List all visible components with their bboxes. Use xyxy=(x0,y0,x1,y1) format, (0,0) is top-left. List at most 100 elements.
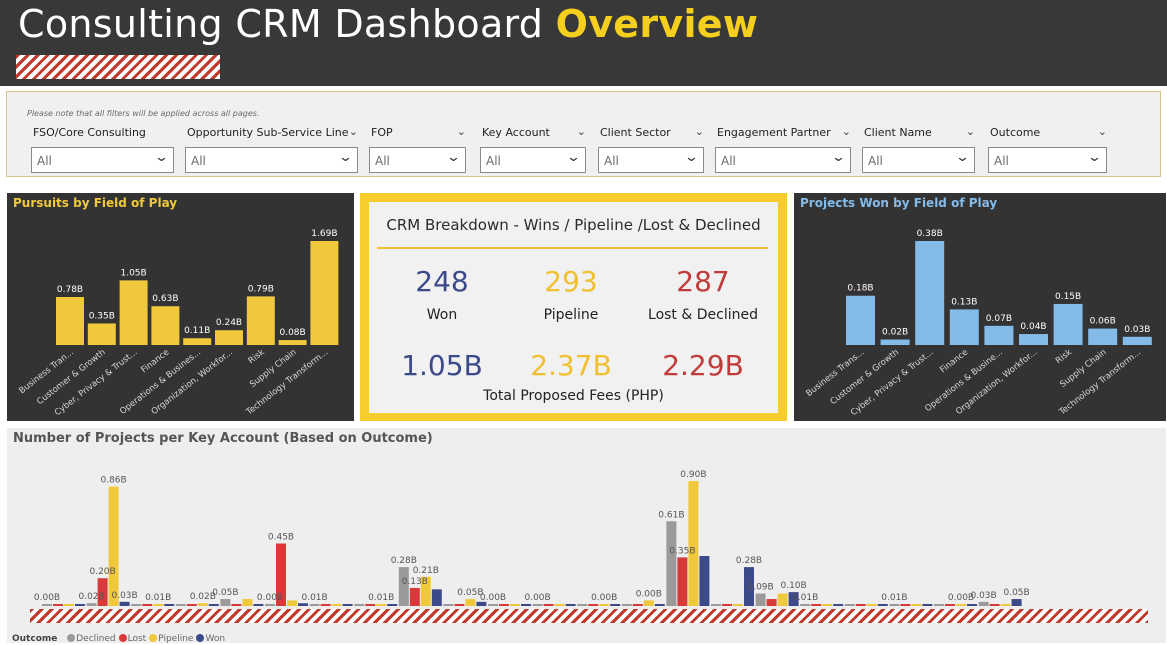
bar[interactable] xyxy=(465,599,476,606)
bar[interactable] xyxy=(488,604,498,606)
bar[interactable] xyxy=(342,604,353,606)
filter-dropdown[interactable]: All ⌄ xyxy=(715,147,851,173)
bar[interactable] xyxy=(164,604,175,606)
bar[interactable] xyxy=(153,604,164,606)
bar[interactable] xyxy=(376,604,387,606)
bar[interactable] xyxy=(1053,303,1083,345)
chevron-down-icon[interactable]: ⌄ xyxy=(695,125,704,138)
legend-item[interactable]: Declined xyxy=(64,634,116,644)
bar[interactable] xyxy=(621,604,632,606)
filter-dropdown[interactable]: All ⌄ xyxy=(185,147,358,173)
bar[interactable] xyxy=(1019,334,1048,345)
bar[interactable] xyxy=(900,604,911,606)
bar[interactable] xyxy=(42,604,52,606)
bar[interactable] xyxy=(699,556,710,606)
bar[interactable] xyxy=(220,599,231,606)
bar[interactable] xyxy=(967,604,977,606)
bar[interactable] xyxy=(287,600,297,606)
filter-dropdown[interactable]: All ⌄ xyxy=(598,147,704,173)
bar[interactable] xyxy=(934,604,944,606)
bar[interactable] xyxy=(949,309,979,345)
bar[interactable] xyxy=(331,604,342,606)
bar[interactable] xyxy=(989,604,1000,606)
bar[interactable] xyxy=(755,593,766,607)
legend-item[interactable]: Won xyxy=(193,634,225,644)
bar[interactable] xyxy=(911,604,922,606)
bar[interactable] xyxy=(86,603,97,606)
bar[interactable] xyxy=(246,296,275,345)
bar[interactable] xyxy=(543,604,554,606)
chevron-down-icon[interactable]: ⌄ xyxy=(1098,125,1107,138)
bar[interactable] xyxy=(654,604,665,606)
bar[interactable] xyxy=(75,604,85,606)
bar[interactable] xyxy=(409,587,420,606)
bar[interactable] xyxy=(632,604,643,606)
filter-dropdown[interactable]: All ⌄ xyxy=(31,147,174,173)
bar[interactable] xyxy=(521,604,531,606)
bar[interactable] xyxy=(846,295,875,345)
bar[interactable] xyxy=(142,604,153,606)
bar[interactable] xyxy=(431,589,442,606)
bar[interactable] xyxy=(119,280,148,345)
bar[interactable] xyxy=(811,604,822,606)
filter-dropdown[interactable]: All ⌄ xyxy=(862,147,975,173)
bar[interactable] xyxy=(499,604,509,606)
bar[interactable] xyxy=(677,557,688,606)
bar[interactable] xyxy=(866,604,877,606)
chevron-down-icon[interactable]: ⌄ xyxy=(349,125,358,138)
bar[interactable] xyxy=(922,604,933,606)
bar[interactable] xyxy=(56,297,84,345)
bar[interactable] xyxy=(1122,336,1152,345)
bar[interactable] xyxy=(554,604,565,606)
bar[interactable] xyxy=(978,601,989,606)
bar[interactable] xyxy=(278,340,307,345)
bar[interactable] xyxy=(915,241,945,345)
chevron-down-icon[interactable]: ⌄ xyxy=(457,125,466,138)
bar[interactable] xyxy=(643,600,654,606)
bar[interactable] xyxy=(253,604,264,606)
bar[interactable] xyxy=(855,604,866,606)
legend-item[interactable]: Lost xyxy=(116,634,146,644)
filter-dropdown[interactable]: All ⌄ xyxy=(480,147,586,173)
bar[interactable] xyxy=(87,323,116,345)
bar[interactable] xyxy=(510,604,520,606)
bar[interactable] xyxy=(1088,328,1118,345)
bar[interactable] xyxy=(186,604,197,606)
bar[interactable] xyxy=(208,604,219,606)
bar[interactable] xyxy=(565,604,576,606)
bar[interactable] xyxy=(151,306,180,345)
chevron-down-icon[interactable]: ⌄ xyxy=(966,125,975,138)
bar[interactable] xyxy=(777,593,788,607)
legend-item[interactable]: Pipeline xyxy=(146,634,193,644)
bar[interactable] xyxy=(298,603,308,606)
bar[interactable] xyxy=(532,604,543,606)
bar[interactable] xyxy=(577,604,588,606)
bar[interactable] xyxy=(822,604,833,606)
bar[interactable] xyxy=(265,604,275,606)
bar[interactable] xyxy=(53,604,63,606)
bar[interactable] xyxy=(108,486,119,606)
bar[interactable] xyxy=(183,338,212,345)
bar[interactable] xyxy=(711,604,721,606)
bar[interactable] xyxy=(800,604,811,606)
bar[interactable] xyxy=(365,604,376,606)
bar[interactable] xyxy=(844,604,855,606)
bar[interactable] xyxy=(131,604,142,606)
bar[interactable] xyxy=(945,604,955,606)
bar[interactable] xyxy=(880,339,910,345)
bar[interactable] xyxy=(242,599,253,606)
bar[interactable] xyxy=(610,604,621,606)
bar[interactable] xyxy=(722,604,732,606)
bar[interactable] xyxy=(310,241,339,345)
bar[interactable] xyxy=(215,330,243,345)
bar[interactable] xyxy=(387,604,398,606)
bar[interactable] xyxy=(119,601,130,606)
bar[interactable] xyxy=(309,604,320,606)
filter-dropdown[interactable]: All ⌄ xyxy=(369,147,466,173)
bar[interactable] xyxy=(231,604,242,606)
bar[interactable] xyxy=(877,604,888,606)
chevron-down-icon[interactable]: ⌄ xyxy=(577,125,586,138)
bar[interactable] xyxy=(833,604,844,606)
bar[interactable] xyxy=(599,604,610,606)
bar[interactable] xyxy=(588,604,599,606)
